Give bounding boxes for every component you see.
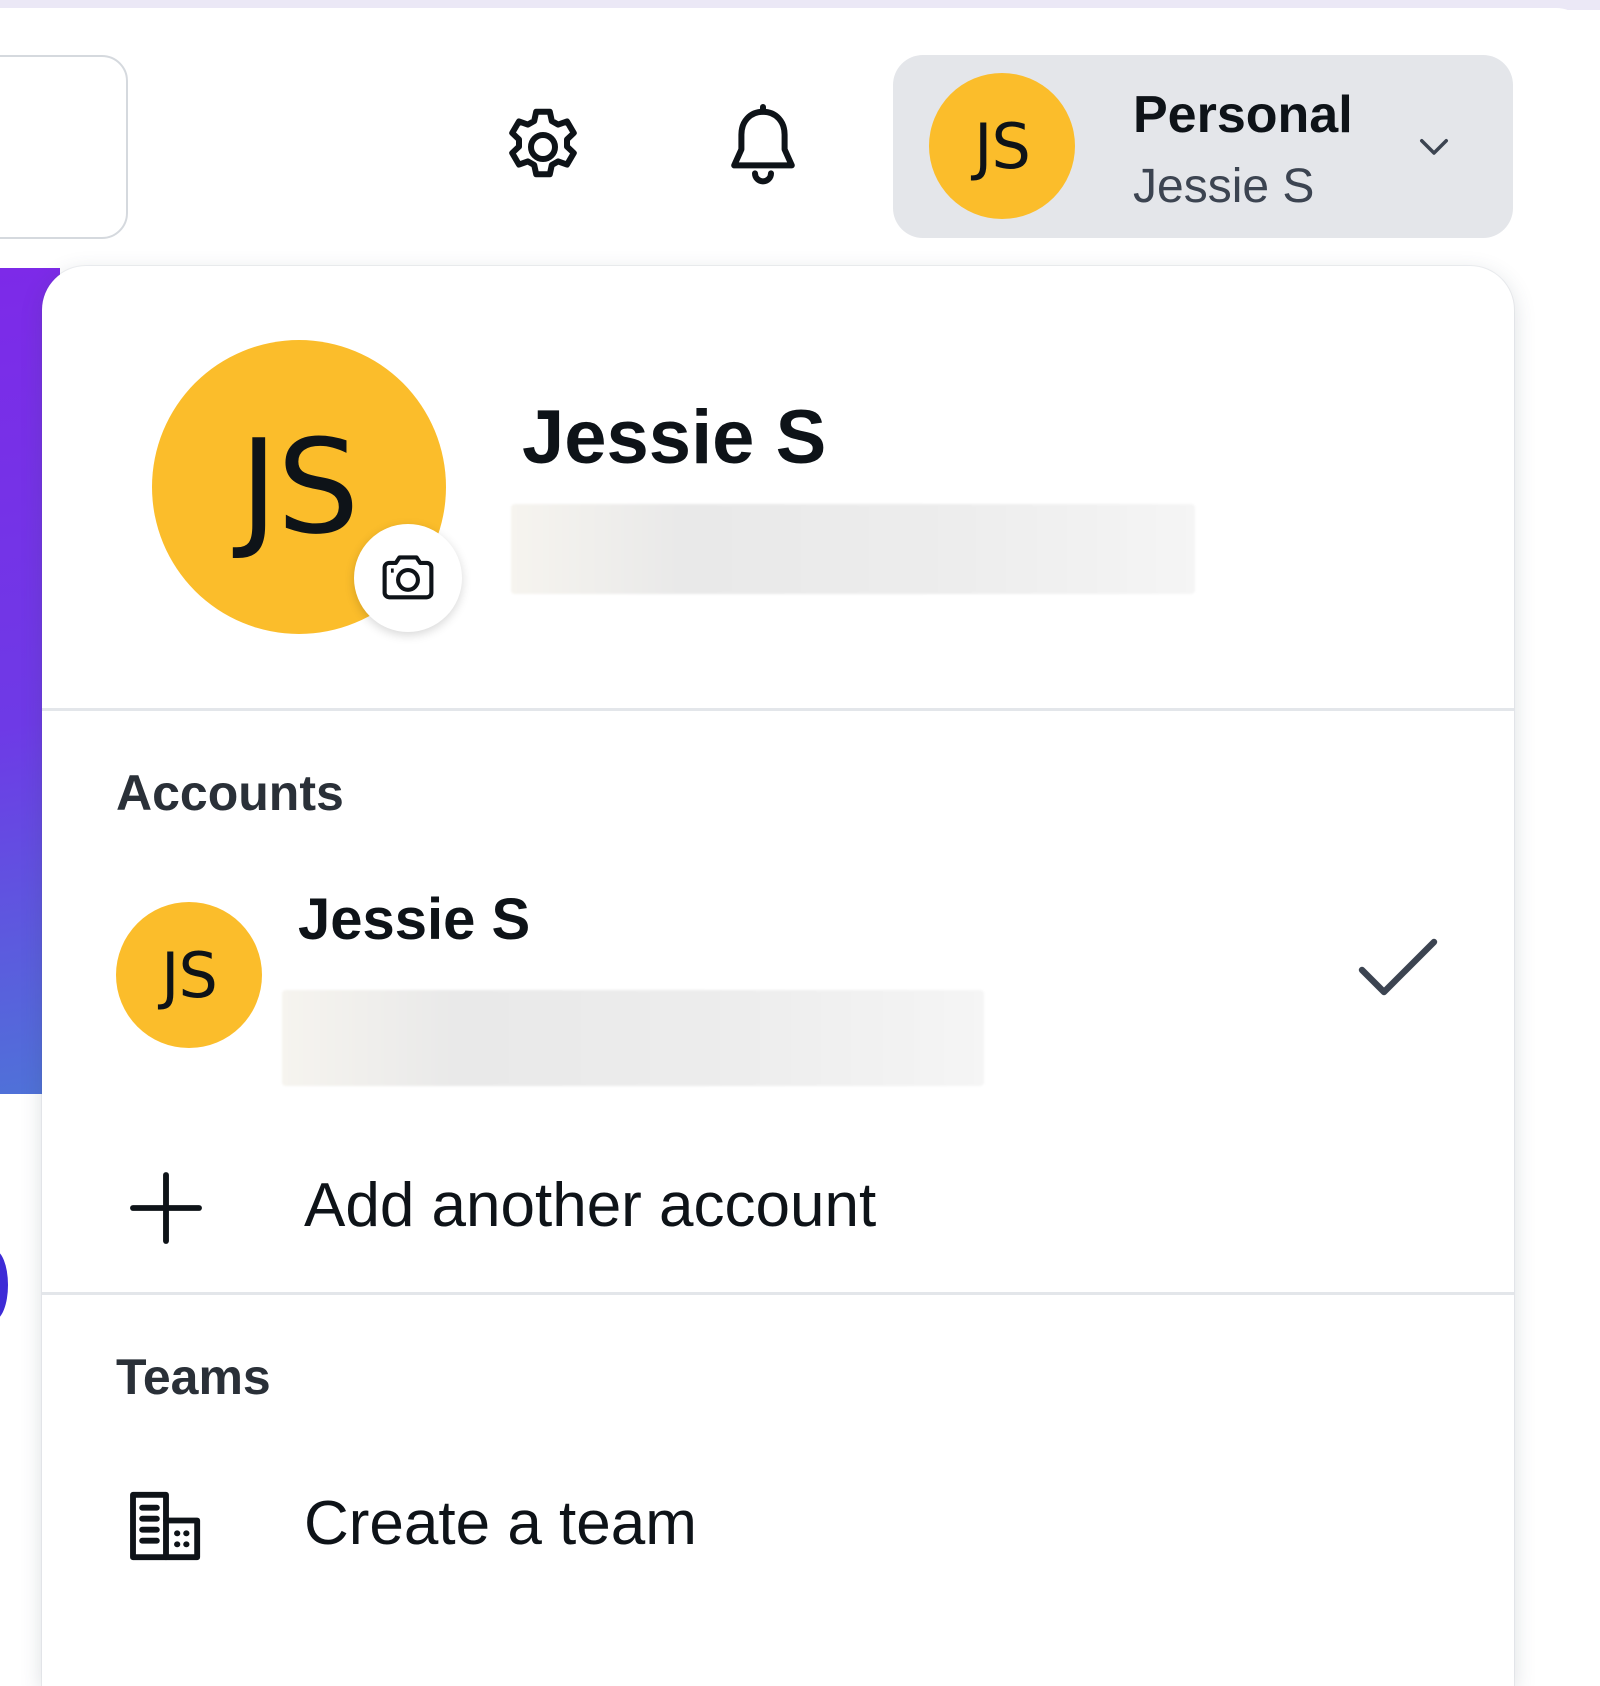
check-icon xyxy=(1358,938,1438,996)
add-account-button[interactable]: Add another account xyxy=(82,1144,1474,1264)
account-dropdown-menu: JS Jessie S Accounts JS Jessie S Add ano… xyxy=(42,266,1514,1686)
account-row-name: Jessie S xyxy=(298,887,531,952)
account-type-label: Personal xyxy=(1133,86,1353,144)
teams-heading: Teams xyxy=(116,1349,271,1405)
building-icon xyxy=(130,1491,201,1561)
gear-icon xyxy=(509,108,577,178)
plus-icon xyxy=(130,1172,202,1244)
avatar: JS xyxy=(929,73,1075,219)
notifications-button[interactable] xyxy=(708,92,818,202)
chevron-down-icon xyxy=(1420,139,1448,155)
redacted-email xyxy=(511,504,1195,594)
redacted-email xyxy=(282,990,984,1086)
divider xyxy=(42,1292,1514,1295)
add-account-label: Add another account xyxy=(304,1171,877,1240)
avatar: JS xyxy=(116,902,262,1048)
settings-button[interactable] xyxy=(488,92,598,202)
divider xyxy=(42,708,1514,711)
create-team-button[interactable]: Create a team xyxy=(82,1462,1474,1582)
camera-icon xyxy=(382,555,434,600)
account-name-label: Jessie S xyxy=(1133,160,1315,213)
change-photo-button[interactable] xyxy=(354,524,462,632)
account-switcher-button[interactable]: JS Personal Jessie S xyxy=(893,55,1513,238)
accounts-heading: Accounts xyxy=(116,765,344,821)
create-team-label: Create a team xyxy=(304,1489,697,1558)
bell-icon xyxy=(731,104,795,185)
search-input[interactable] xyxy=(0,55,128,239)
profile-name: Jessie S xyxy=(522,395,827,480)
